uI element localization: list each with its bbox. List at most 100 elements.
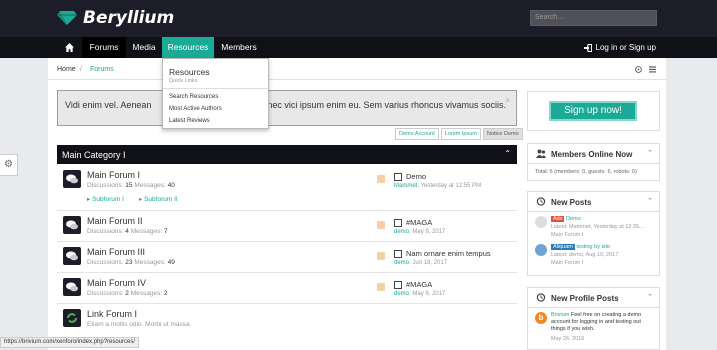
- breadcrumb: Home / Forums: [48, 58, 666, 80]
- forum-row: Main Forum I Discussions: 15 Messages: 4…: [57, 164, 517, 211]
- browser-status-url: https://brivium.com/xenforo/index.php?re…: [0, 337, 140, 348]
- forum-title[interactable]: Main Forum IV: [87, 278, 146, 288]
- dropdown-item-most-active-authors[interactable]: Most Active Authors: [169, 106, 222, 112]
- dropdown-item-latest-reviews[interactable]: Latest Reviews: [169, 118, 210, 124]
- post-meta: Latest: Mammet, Yesterday at 12:35...: [551, 224, 644, 230]
- subforum-link[interactable]: ▸ Subforum II: [139, 195, 178, 203]
- gear-icon: ⚙: [4, 159, 13, 170]
- rss-icon[interactable]: [377, 221, 385, 229]
- chevron-up-icon[interactable]: ⌃: [647, 197, 653, 205]
- breadcrumb-home[interactable]: Home: [57, 66, 76, 73]
- category-title: Main Category I: [62, 150, 126, 160]
- thread-icon: [394, 219, 402, 227]
- login-icon: [583, 43, 592, 52]
- nav-tab-media[interactable]: Media: [126, 37, 162, 58]
- widget-title: New Profile Posts: [551, 294, 619, 303]
- post-forum: Main Forum I: [551, 260, 584, 266]
- chevron-up-icon[interactable]: ⌃: [647, 149, 653, 157]
- site-name: Beryllium: [83, 8, 175, 28]
- thread-icon: [394, 250, 402, 258]
- latest-thread-title[interactable]: #MAGA: [406, 218, 432, 227]
- forum-stats: Discussions: 4 Messages: 7: [87, 228, 168, 235]
- top-header: Beryllium Search...: [0, 0, 717, 37]
- notice-text-end: ciis donec vici ipsum enim eu. Sem variu…: [241, 100, 506, 110]
- latest-thread-meta: demo, Jun 18, 2017: [394, 260, 448, 266]
- latest-thread-meta: Mammet, Yesterday at 12:55 PM: [394, 183, 482, 189]
- dropdown-title[interactable]: Resources: [169, 67, 210, 77]
- rss-icon[interactable]: [377, 175, 385, 183]
- notice-tab[interactable]: Notice Demo: [482, 128, 523, 140]
- avatar: [535, 216, 547, 228]
- latest-thread-title[interactable]: #MAGA: [406, 280, 432, 289]
- nav-tab-forums[interactable]: Forums: [82, 37, 126, 58]
- users-icon: [536, 149, 546, 158]
- avatar: [535, 244, 547, 256]
- widget-title: Members Online Now: [551, 150, 633, 159]
- members-online-widget: Members Online Now ⌃ Total: 6 (members: …: [527, 143, 660, 181]
- style-settings-button[interactable]: ⚙: [0, 154, 18, 176]
- notice-close-icon[interactable]: ×: [505, 95, 510, 107]
- forum-title[interactable]: Link Forum I: [87, 309, 137, 319]
- category-header[interactable]: Main Category I ⌃: [57, 145, 517, 164]
- new-posts-widget: New Posts ⌃ Ads Demo Latest: Mammet, Yes…: [527, 191, 660, 276]
- forum-title[interactable]: Main Forum III: [87, 247, 145, 257]
- breadcrumb-forums[interactable]: Forums: [90, 66, 114, 73]
- forum-chat-icon: [63, 216, 81, 234]
- forum-title[interactable]: Main Forum I: [87, 170, 140, 180]
- post-title[interactable]: testing by site: [576, 244, 610, 250]
- post-title[interactable]: Demo: [566, 216, 581, 222]
- home-icon: [65, 43, 74, 52]
- rss-icon[interactable]: [377, 283, 385, 291]
- site-logo[interactable]: Beryllium: [57, 8, 174, 28]
- latest-thread-title[interactable]: Demo: [406, 172, 426, 181]
- online-total: Total: 6 (members: 0, guests: 6, robots:…: [535, 169, 637, 175]
- login-signup-link[interactable]: Log in or Sign up: [583, 37, 656, 58]
- prefix-badge: Aliquam: [551, 244, 575, 250]
- dropdown-divider: [163, 88, 268, 89]
- widget-header[interactable]: Members Online Now ⌃: [528, 144, 659, 164]
- signup-button[interactable]: Sign up now!: [549, 101, 637, 121]
- profile-post-user[interactable]: Brivium: [551, 312, 569, 318]
- latest-thread-meta: demo, May 9, 2017: [394, 229, 446, 235]
- latest-thread-title[interactable]: Nam ornare enim tempus: [406, 249, 491, 258]
- forum-stats: Discussions: 2 Messages: 2: [87, 290, 168, 297]
- notice-tab[interactable]: Lorem Ipsum: [440, 128, 481, 140]
- thread-icon: [394, 281, 402, 289]
- thread-icon: [394, 173, 402, 181]
- notice-tab[interactable]: Demo Account: [395, 128, 439, 140]
- menu-icon[interactable]: [649, 66, 656, 73]
- chevron-up-icon[interactable]: ⌃: [647, 293, 653, 301]
- diamond-icon: [57, 11, 77, 25]
- widget-header[interactable]: New Posts ⌃: [528, 192, 659, 212]
- notice-banner: Vidi enim vel. Aenean ciis donec vici ip…: [57, 90, 517, 126]
- subforum-link[interactable]: ▸ Subforum I: [87, 195, 124, 203]
- new-profile-posts-widget: New Profile Posts ⌃ b Brivium Feel free …: [527, 287, 660, 350]
- forum-row: Link Forum I Etiam a mollis odio. Morbi …: [57, 304, 517, 334]
- widget-header[interactable]: New Profile Posts ⌃: [528, 288, 659, 308]
- post-forum: Main Forum I: [551, 232, 584, 238]
- forum-row: Main Forum III Discussions: 23 Messages:…: [57, 242, 517, 273]
- forum-description: Etiam a mollis odio. Morbi ut massa.: [87, 321, 192, 328]
- prefix-badge: Ads: [551, 216, 565, 222]
- forum-chat-icon: [63, 278, 81, 296]
- widget-title: New Posts: [551, 198, 592, 207]
- post-meta: Latest: demo, Aug 10, 2017: [551, 252, 619, 258]
- forum-title[interactable]: Main Forum II: [87, 216, 143, 226]
- forum-stats: Discussions: 23 Messages: 49: [87, 259, 175, 266]
- forum-row: Main Forum IV Discussions: 2 Messages: 2…: [57, 273, 517, 304]
- nav-tab-resources[interactable]: Resources: [162, 37, 214, 58]
- dropdown-item-search-resources[interactable]: Search Resources: [169, 94, 218, 100]
- rss-icon[interactable]: [377, 252, 385, 260]
- notice-tabs: Demo Account Lorem Ipsum Notice Demo: [395, 128, 523, 140]
- forum-row: Main Forum II Discussions: 4 Messages: 7…: [57, 211, 517, 242]
- main-nav: Forums Media Resources Members Log in or…: [0, 37, 717, 58]
- clock-icon[interactable]: [635, 66, 642, 73]
- nav-tab-members[interactable]: Members: [214, 37, 264, 58]
- forum-chat-icon: [63, 247, 81, 265]
- clock-icon: [536, 293, 546, 302]
- search-input[interactable]: Search...: [530, 10, 657, 26]
- resources-dropdown-menu: Resources Quick Links Search Resources M…: [162, 58, 269, 129]
- latest-thread-meta: demo, May 9, 2017: [394, 291, 446, 297]
- chevron-up-icon[interactable]: ⌃: [504, 149, 511, 158]
- home-nav-button[interactable]: [57, 37, 82, 58]
